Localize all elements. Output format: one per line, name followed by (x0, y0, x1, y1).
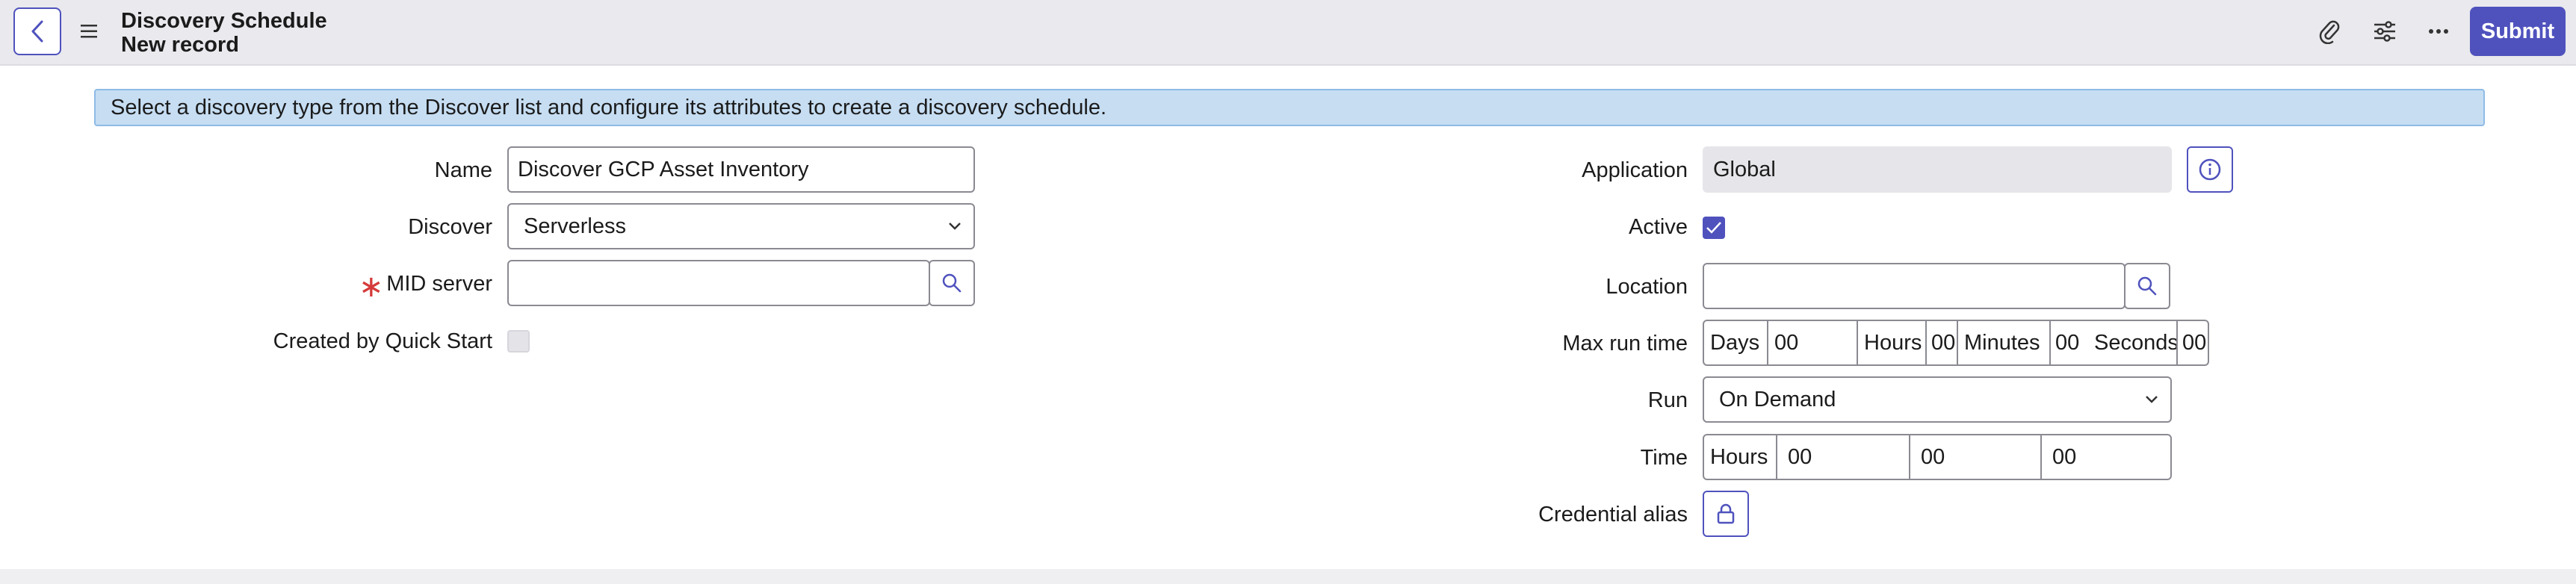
credential-alias-label: Credential alias (1538, 503, 1688, 526)
location-lookup-button[interactable] (2124, 263, 2170, 309)
days-input[interactable]: 00 (1767, 321, 1857, 364)
name-input[interactable]: Discover GCP Asset Inventory (507, 146, 975, 193)
chevron-down-icon (949, 223, 961, 230)
form-header: Discovery Schedule New record Submit (0, 0, 2576, 66)
mid-server-label: MID server (386, 272, 492, 296)
hamburger-menu-icon[interactable] (79, 22, 100, 40)
chevron-left-icon (31, 20, 43, 43)
checkmark-icon (1706, 222, 1721, 234)
time-field: Hours 00 00 00 (1703, 434, 2172, 480)
paperclip-icon (2319, 20, 2340, 44)
location-input[interactable] (1703, 263, 2125, 309)
back-button[interactable] (13, 7, 61, 55)
run-label: Run (1647, 388, 1688, 412)
active-label: Active (1629, 215, 1688, 239)
active-checkbox[interactable] (1703, 217, 1725, 239)
time-minutes-input[interactable]: 00 (1909, 435, 2040, 479)
more-options-button[interactable] (2424, 16, 2453, 46)
more-icon (2429, 29, 2448, 34)
footer-strip (0, 569, 2576, 584)
time-seconds-input[interactable]: 00 (2040, 435, 2170, 479)
submit-button[interactable]: Submit (2470, 7, 2566, 56)
application-label: Application (1582, 158, 1688, 182)
time-hours-input[interactable]: 00 (1776, 435, 1909, 479)
lock-icon (1717, 503, 1735, 524)
discover-label: Discover (408, 215, 492, 239)
days-label: Days (1710, 331, 1760, 355)
credential-alias-button[interactable] (1703, 491, 1749, 537)
hours-label: Hours (1857, 321, 1925, 364)
location-label: Location (1606, 275, 1688, 299)
attachment-button[interactable] (2315, 16, 2344, 46)
max-run-time-field: Days 00 Hours 00 Minutes 00 Seconds 00 (1703, 320, 2209, 366)
form-subtitle: New record (121, 33, 239, 57)
run-selected-value: On Demand (1719, 388, 1836, 411)
mid-server-lookup-button[interactable] (929, 260, 975, 306)
search-icon (2137, 276, 2157, 296)
quick-start-label: Created by Quick Start (273, 329, 492, 353)
title-block: Discovery Schedule New record (121, 9, 327, 57)
hours-input[interactable]: 00 (1925, 321, 1957, 364)
time-label: Time (1640, 446, 1688, 470)
discover-select[interactable]: Serverless (507, 203, 975, 249)
info-icon (2199, 158, 2221, 181)
sliders-icon (2374, 21, 2395, 42)
minutes-label: Minutes (1957, 321, 2049, 364)
mid-server-input[interactable] (507, 260, 930, 306)
application-field: Global (1703, 146, 2172, 193)
personalize-button[interactable] (2370, 16, 2400, 46)
required-indicator: ∗ (359, 270, 384, 303)
seconds-label: Seconds (2094, 331, 2176, 355)
search-icon (942, 273, 962, 293)
run-select[interactable]: On Demand (1703, 376, 2172, 423)
application-info-button[interactable] (2187, 146, 2233, 193)
minutes-input[interactable]: 00 (2049, 321, 2088, 364)
quick-start-checkbox[interactable] (507, 330, 530, 352)
name-label: Name (434, 158, 492, 182)
max-run-time-label: Max run time (1562, 332, 1688, 355)
time-hours-label: Hours (1710, 445, 1768, 469)
info-banner: Select a discovery type from the Discove… (94, 89, 2485, 126)
discover-selected-value: Serverless (524, 214, 626, 238)
chevron-down-icon (2146, 396, 2158, 403)
form-title: Discovery Schedule (121, 9, 327, 33)
seconds-input[interactable]: 00 (2176, 321, 2208, 364)
